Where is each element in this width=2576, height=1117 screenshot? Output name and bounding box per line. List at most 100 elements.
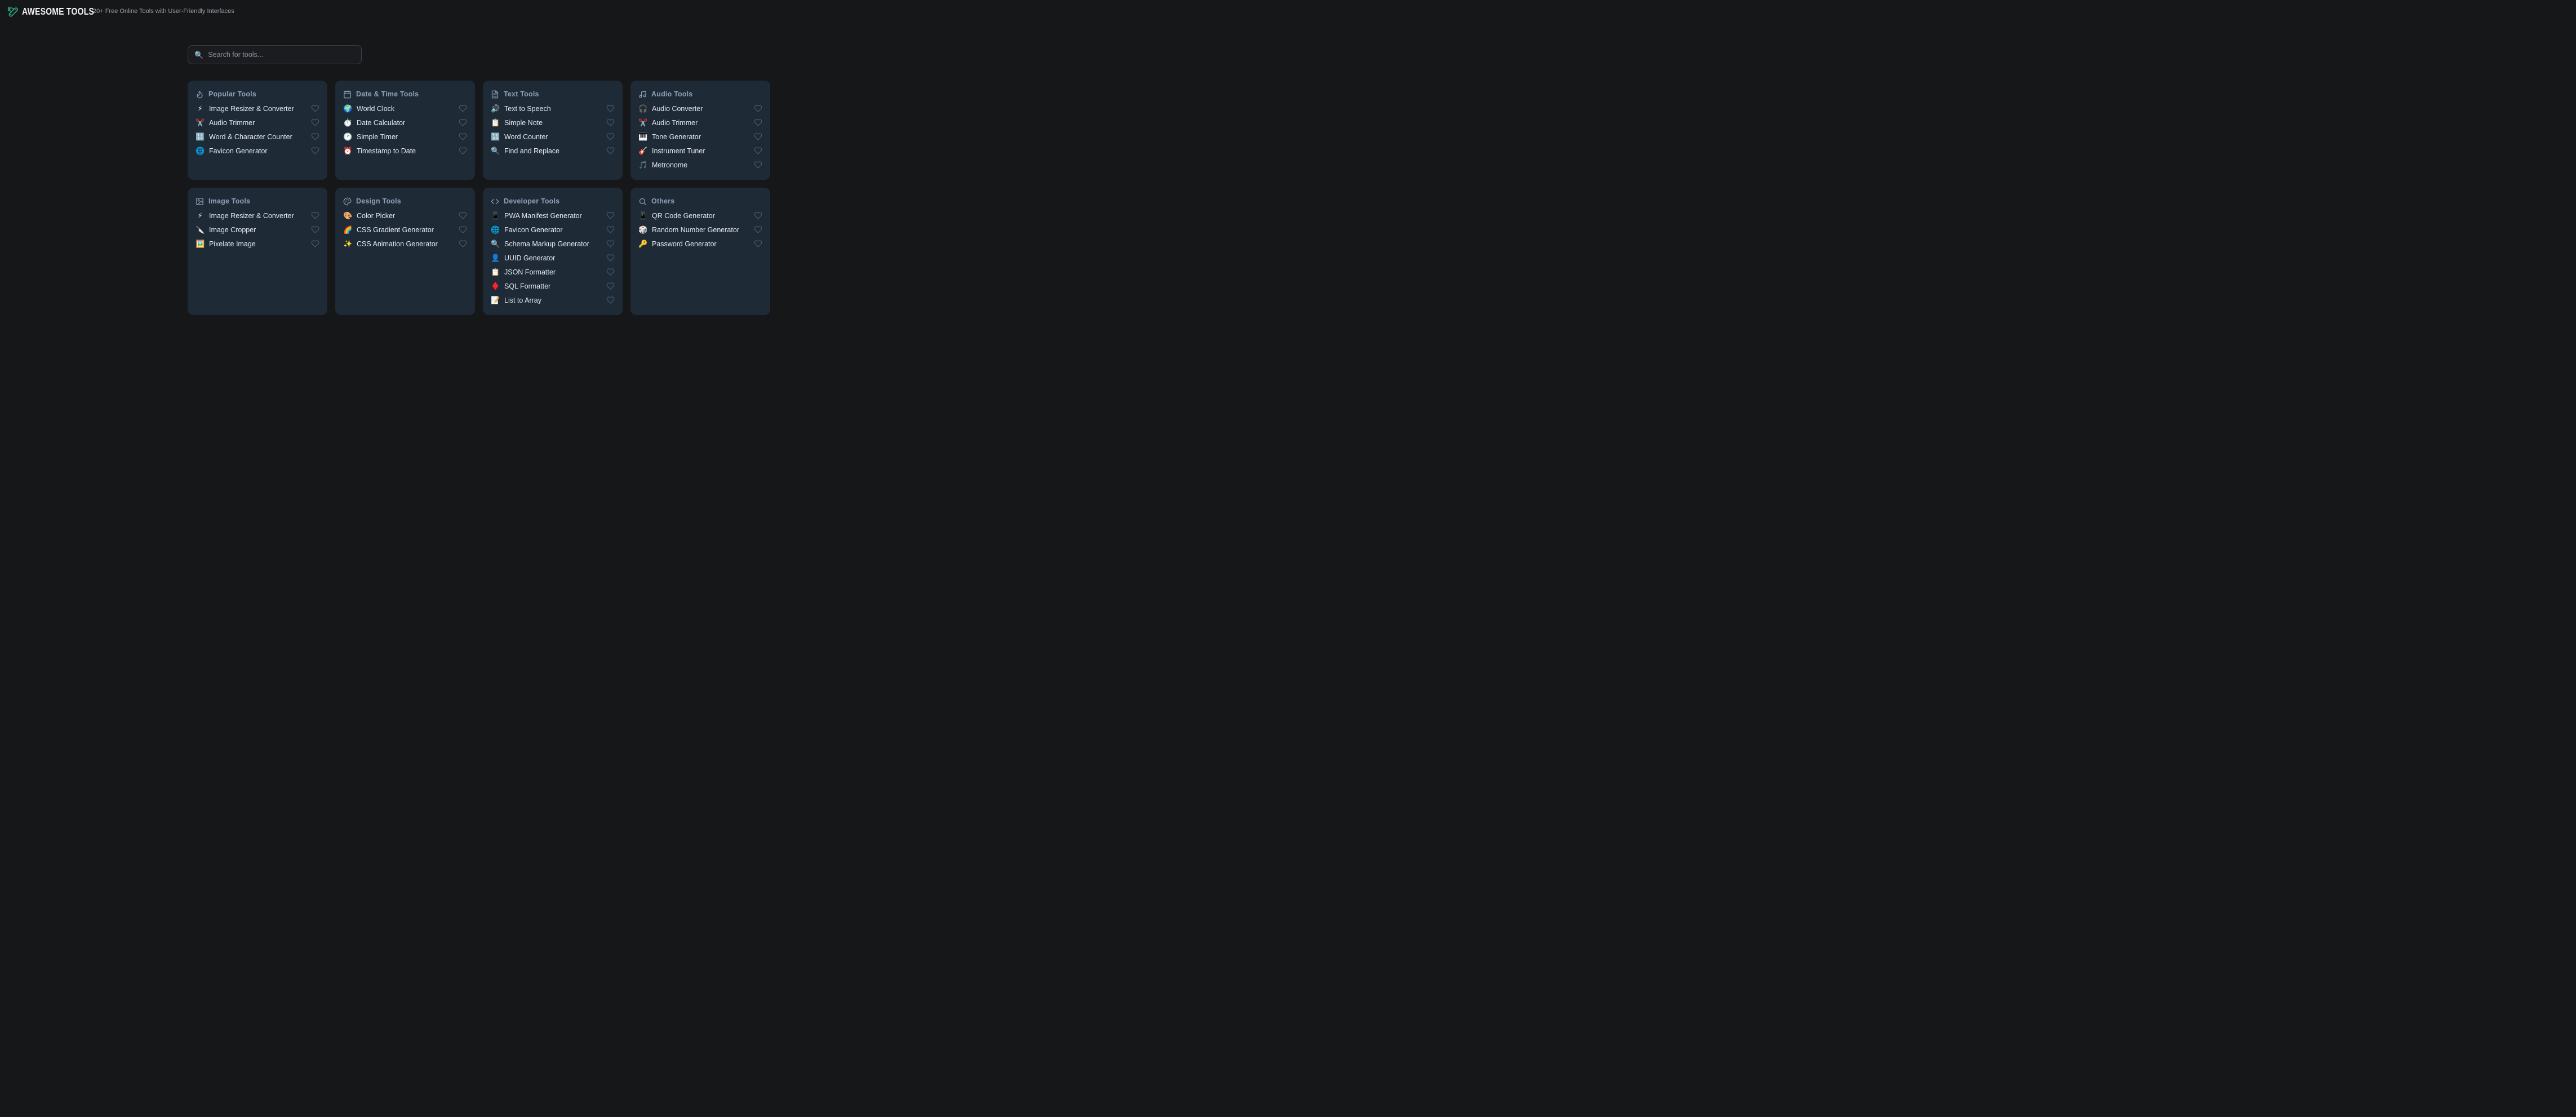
tool-item-link[interactable]: 🔪 Image Cropper (194, 223, 321, 237)
tool-item-link[interactable]: ⚡ Image Resizer & Converter (194, 209, 321, 223)
tool-item-link[interactable]: 🔍 Schema Markup Generator (490, 237, 616, 251)
favorite-heart-button[interactable] (606, 225, 615, 234)
tool-list: 🌍 World Clock ⏱️ Date Calculator 🕐 Simpl… (342, 101, 468, 158)
lightning-emoji: ⚡ (196, 212, 205, 219)
favorite-heart-button[interactable] (754, 240, 762, 248)
favorite-heart-button[interactable] (754, 225, 762, 234)
favorite-heart-button[interactable] (606, 268, 615, 276)
input-numbers-emoji: 🔢 (196, 133, 205, 140)
tool-item-link[interactable]: 🕐 Simple Timer (342, 130, 468, 144)
favorite-heart-button[interactable] (606, 147, 615, 155)
favorite-heart-button[interactable] (754, 118, 762, 127)
tool-item-link[interactable]: ⏱️ Date Calculator (342, 116, 468, 130)
category-header: Others (637, 196, 763, 207)
category-card: Audio Tools 🎧 Audio Converter ✂️ Audio T… (630, 81, 770, 180)
favorite-heart-button[interactable] (606, 104, 615, 113)
favorite-heart-button[interactable] (754, 161, 762, 169)
tool-item-link[interactable]: ✂️ Audio Trimmer (637, 116, 763, 130)
tool-item-link[interactable]: 📱 PWA Manifest Generator (490, 209, 616, 223)
favorite-heart-button[interactable] (606, 211, 615, 220)
stopwatch-emoji: ⏱️ (343, 119, 352, 126)
category-card: Developer Tools 📱 PWA Manifest Generator… (483, 188, 623, 315)
favorite-heart-button[interactable] (606, 296, 615, 304)
favorite-heart-button[interactable] (311, 132, 319, 141)
tool-label: SQL Formatter (504, 282, 606, 290)
favorite-heart-button[interactable] (754, 104, 762, 113)
favorite-heart-button[interactable] (754, 211, 762, 220)
code-icon (491, 197, 499, 206)
category-header: Developer Tools (490, 196, 616, 207)
tool-item-link[interactable]: 🌍 World Clock (342, 101, 468, 116)
favorite-heart-button[interactable] (754, 147, 762, 155)
favorite-heart-button[interactable] (311, 240, 319, 248)
favorite-heart-button[interactable] (606, 282, 615, 290)
rainbow-emoji: 🌈 (343, 226, 352, 233)
tool-item-link[interactable]: 📝 List to Array (490, 293, 616, 307)
scissors-emoji: ✂️ (196, 119, 205, 126)
favorite-heart-button[interactable] (754, 132, 762, 141)
favorite-heart-button[interactable] (606, 254, 615, 262)
tool-label: Schema Markup Generator (504, 240, 606, 248)
tool-item-link[interactable]: 🖼️ Pixelate Image (194, 237, 321, 251)
tool-item-link[interactable]: 🎧 Audio Converter (637, 101, 763, 116)
favorite-heart-button[interactable] (311, 147, 319, 155)
guitar-emoji: 🎸 (638, 147, 647, 154)
tool-label: JSON Formatter (504, 268, 606, 276)
favorite-heart-button[interactable] (459, 104, 467, 113)
favorite-heart-button[interactable] (311, 211, 319, 220)
tool-item-link[interactable]: 📱 QR Code Generator (637, 209, 763, 223)
tool-item-link[interactable]: 🌐 Favicon Generator (490, 223, 616, 237)
favorite-heart-button[interactable] (459, 132, 467, 141)
tool-item-link[interactable]: 🔑 Password Generator (637, 237, 763, 251)
favorite-heart-button[interactable] (606, 132, 615, 141)
category-header: Text Tools (490, 88, 616, 100)
favorite-heart-button[interactable] (459, 147, 467, 155)
favorite-heart-button[interactable] (459, 211, 467, 220)
tool-item-link[interactable]: ⏰ Timestamp to Date (342, 144, 468, 158)
category-card: Popular Tools ⚡ Image Resizer & Converte… (188, 81, 327, 180)
tool-item-link[interactable]: 🔊 Text to Speech (490, 101, 616, 116)
favorite-heart-button[interactable] (459, 225, 467, 234)
favorite-heart-button[interactable] (311, 225, 319, 234)
tool-item-link[interactable]: 🔢 Word Counter (490, 130, 616, 144)
tool-label: Simple Note (504, 119, 606, 127)
tool-item-link[interactable]: ♦️ SQL Formatter (490, 279, 616, 293)
tool-item-link[interactable]: 🎵 Metronome (637, 158, 763, 172)
search-box: 🔍 (188, 45, 362, 64)
tool-list: 🎨 Color Picker 🌈 CSS Gradient Generator … (342, 209, 468, 251)
category-title: Developer Tools (504, 197, 559, 205)
category-header: Image Tools (194, 196, 321, 207)
category-title: Audio Tools (651, 90, 692, 98)
tool-item-link[interactable]: ⚡ Image Resizer & Converter (194, 101, 321, 116)
search-input[interactable] (203, 46, 361, 64)
tool-label: Text to Speech (504, 105, 606, 113)
tool-item-link[interactable]: 📋 JSON Formatter (490, 265, 616, 279)
favorite-heart-button[interactable] (459, 240, 467, 248)
music-note-icon (638, 90, 647, 99)
favorite-heart-button[interactable] (606, 240, 615, 248)
tool-item-link[interactable]: 👤 UUID Generator (490, 251, 616, 265)
favorite-heart-button[interactable] (311, 104, 319, 113)
tool-item-link[interactable]: ✂️ Audio Trimmer (194, 116, 321, 130)
tool-item-link[interactable]: 🌈 CSS Gradient Generator (342, 223, 468, 237)
die-emoji: 🎲 (638, 226, 647, 233)
tool-list: 🔊 Text to Speech 📋 Simple Note 🔢 Word Co… (490, 101, 616, 158)
favorite-heart-button[interactable] (459, 118, 467, 127)
tool-item-link[interactable]: 🔍 Find and Replace (490, 144, 616, 158)
tool-item-link[interactable]: 🎸 Instrument Tuner (637, 144, 763, 158)
sparkles-emoji: ✨ (343, 240, 352, 247)
tool-item-link[interactable]: 🎨 Color Picker (342, 209, 468, 223)
tool-item-link[interactable]: 📋 Simple Note (490, 116, 616, 130)
favorite-heart-button[interactable] (311, 118, 319, 127)
tool-label: Audio Trimmer (652, 119, 754, 127)
tool-item-link[interactable]: 🌐 Favicon Generator (194, 144, 321, 158)
tool-item-link[interactable]: 🎹 Tone Generator (637, 130, 763, 144)
palette-icon (343, 197, 352, 206)
tool-item-link[interactable]: 🎲 Random Number Generator (637, 223, 763, 237)
tool-item-link[interactable]: ✨ CSS Animation Generator (342, 237, 468, 251)
scissors-emoji: ✂️ (638, 119, 647, 126)
tool-item-link[interactable]: 🔢 Word & Character Counter (194, 130, 321, 144)
tool-label: World Clock (357, 105, 459, 113)
favorite-heart-button[interactable] (606, 118, 615, 127)
tool-list: ⚡ Image Resizer & Converter 🔪 Image Crop… (194, 209, 321, 251)
